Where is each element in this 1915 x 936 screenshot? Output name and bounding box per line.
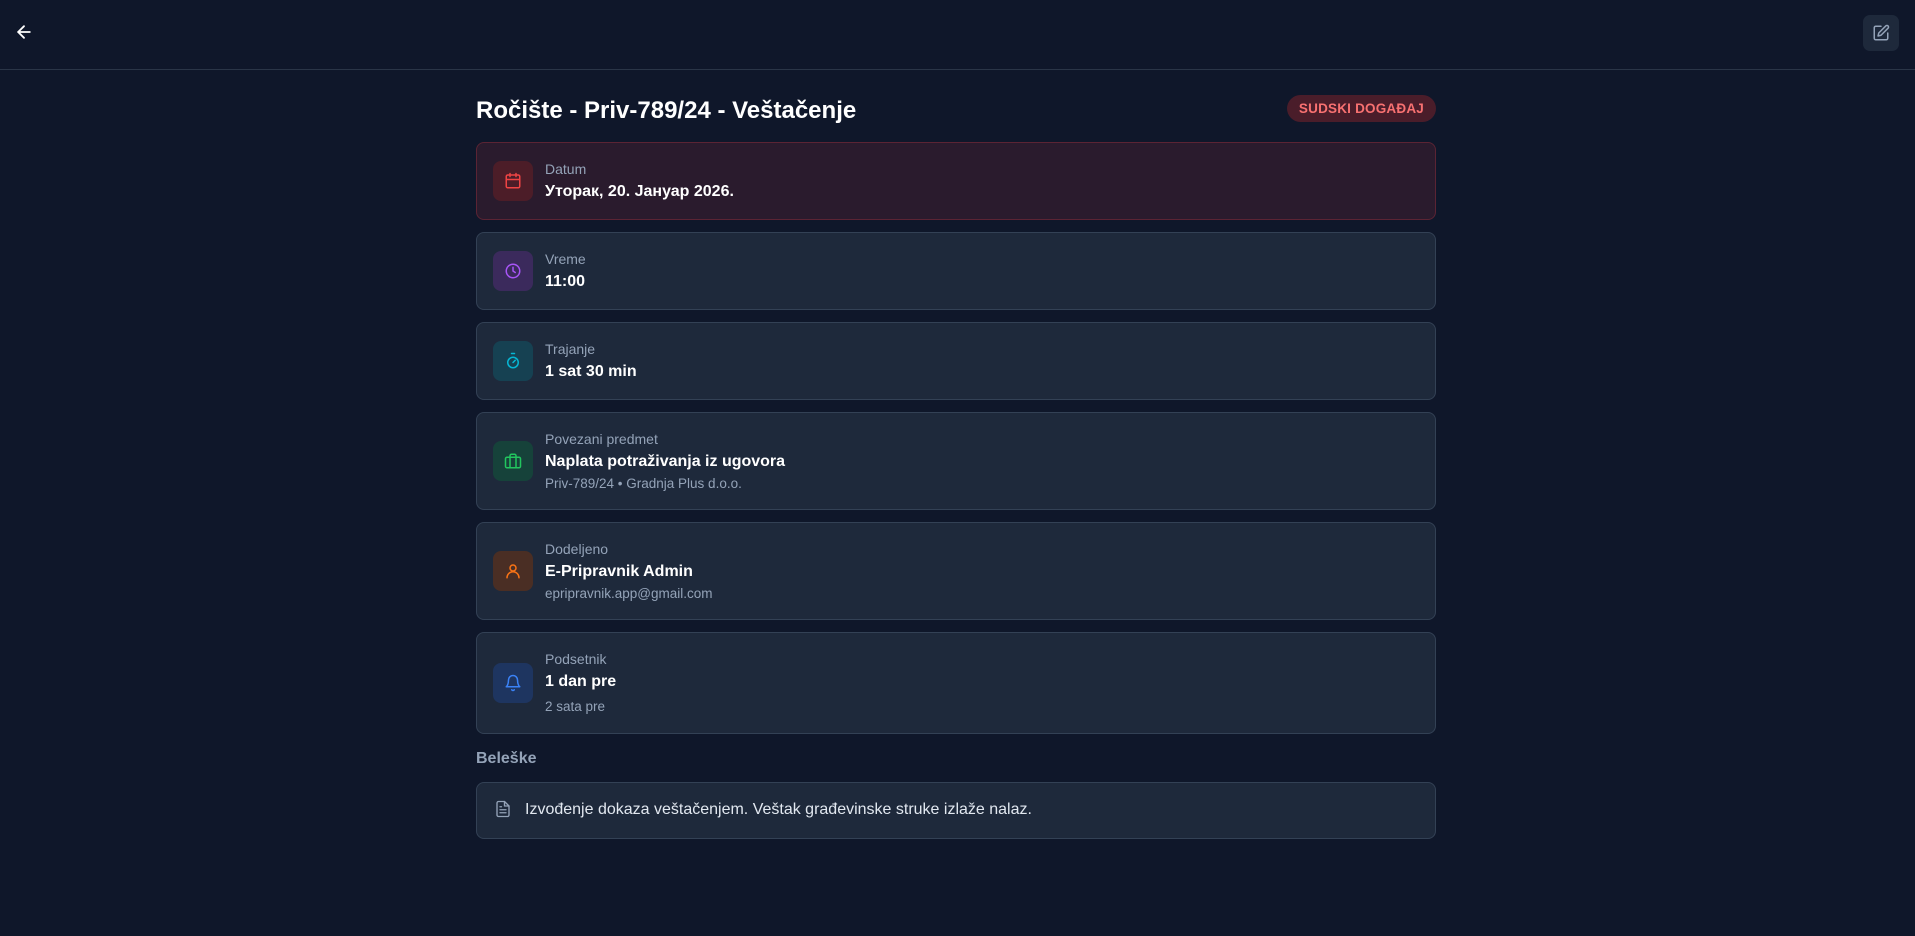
event-type-badge: SUDSKI DOGAĐAJ xyxy=(1286,95,1436,122)
case-sub: Priv-789/24 • Gradnja Plus d.o.o. xyxy=(545,476,742,491)
reminder-value: 1 dan pre xyxy=(545,673,617,690)
duration-label: Trajanje xyxy=(545,341,596,357)
arrow-left-icon xyxy=(17,25,31,39)
assigned-value: E-Pripravnik Admin xyxy=(545,563,693,580)
time-value: 11:00 xyxy=(545,273,586,290)
assigned-label: Dodeljeno xyxy=(545,541,609,557)
time-icon-box xyxy=(493,251,533,291)
date-icon-box xyxy=(493,161,533,201)
linked-case-card[interactable]: Povezani predmet Naplata potraživanja iz… xyxy=(476,412,1436,510)
duration-card: Trajanje 1 sat 30 min xyxy=(476,322,1436,400)
duration-value: 1 sat 30 min xyxy=(545,363,637,380)
page-title: Ročište - Priv-789/24 - Veštačenje xyxy=(476,97,857,124)
assigned-icon-box xyxy=(493,551,533,591)
case-value: Naplata potraživanja iz ugovora xyxy=(545,453,786,470)
notes-text: Izvođenje dokaza veštačenjem. Veštak gra… xyxy=(525,801,1032,818)
case-icon-box xyxy=(493,441,533,481)
user-icon xyxy=(506,564,520,579)
date-value: Уторак, 20. Јануар 2026. xyxy=(545,183,734,200)
event-header: Ročište - Priv-789/24 - Veštačenje SUDSK… xyxy=(476,70,1436,142)
time-card: Vreme 11:00 xyxy=(476,232,1436,310)
duration-icon-box xyxy=(493,341,533,381)
bell-icon xyxy=(505,674,521,692)
time-label: Vreme xyxy=(545,251,586,267)
edit-icon xyxy=(1873,24,1890,41)
timer-icon xyxy=(507,352,519,369)
back-button[interactable] xyxy=(10,18,38,46)
reminder-label: Podsetnik xyxy=(545,651,607,667)
notes-card: Izvođenje dokaza veštačenjem. Veštak gra… xyxy=(476,782,1436,839)
assigned-card: Dodeljeno E-Pripravnik Admin epripravnik… xyxy=(476,522,1436,620)
reminder-sub: 2 sata pre xyxy=(545,699,606,714)
reminder-card: Podsetnik 1 dan pre 2 sata pre xyxy=(476,632,1436,734)
top-bar xyxy=(0,0,1915,70)
case-label: Povezani predmet xyxy=(545,431,658,447)
notes-title: Beleške xyxy=(476,750,537,767)
date-card: Datum Уторак, 20. Јануар 2026. xyxy=(476,142,1436,220)
reminder-icon-box xyxy=(493,663,533,703)
date-label: Datum xyxy=(545,161,587,177)
briefcase-icon xyxy=(504,453,522,469)
edit-button[interactable] xyxy=(1863,15,1899,51)
clock-icon xyxy=(505,263,521,279)
assigned-email: epripravnik.app@gmail.com xyxy=(545,586,713,601)
calendar-icon xyxy=(505,172,521,189)
document-icon xyxy=(496,800,510,818)
event-details: Ročište - Priv-789/24 - Veštačenje SUDSK… xyxy=(476,70,1436,839)
